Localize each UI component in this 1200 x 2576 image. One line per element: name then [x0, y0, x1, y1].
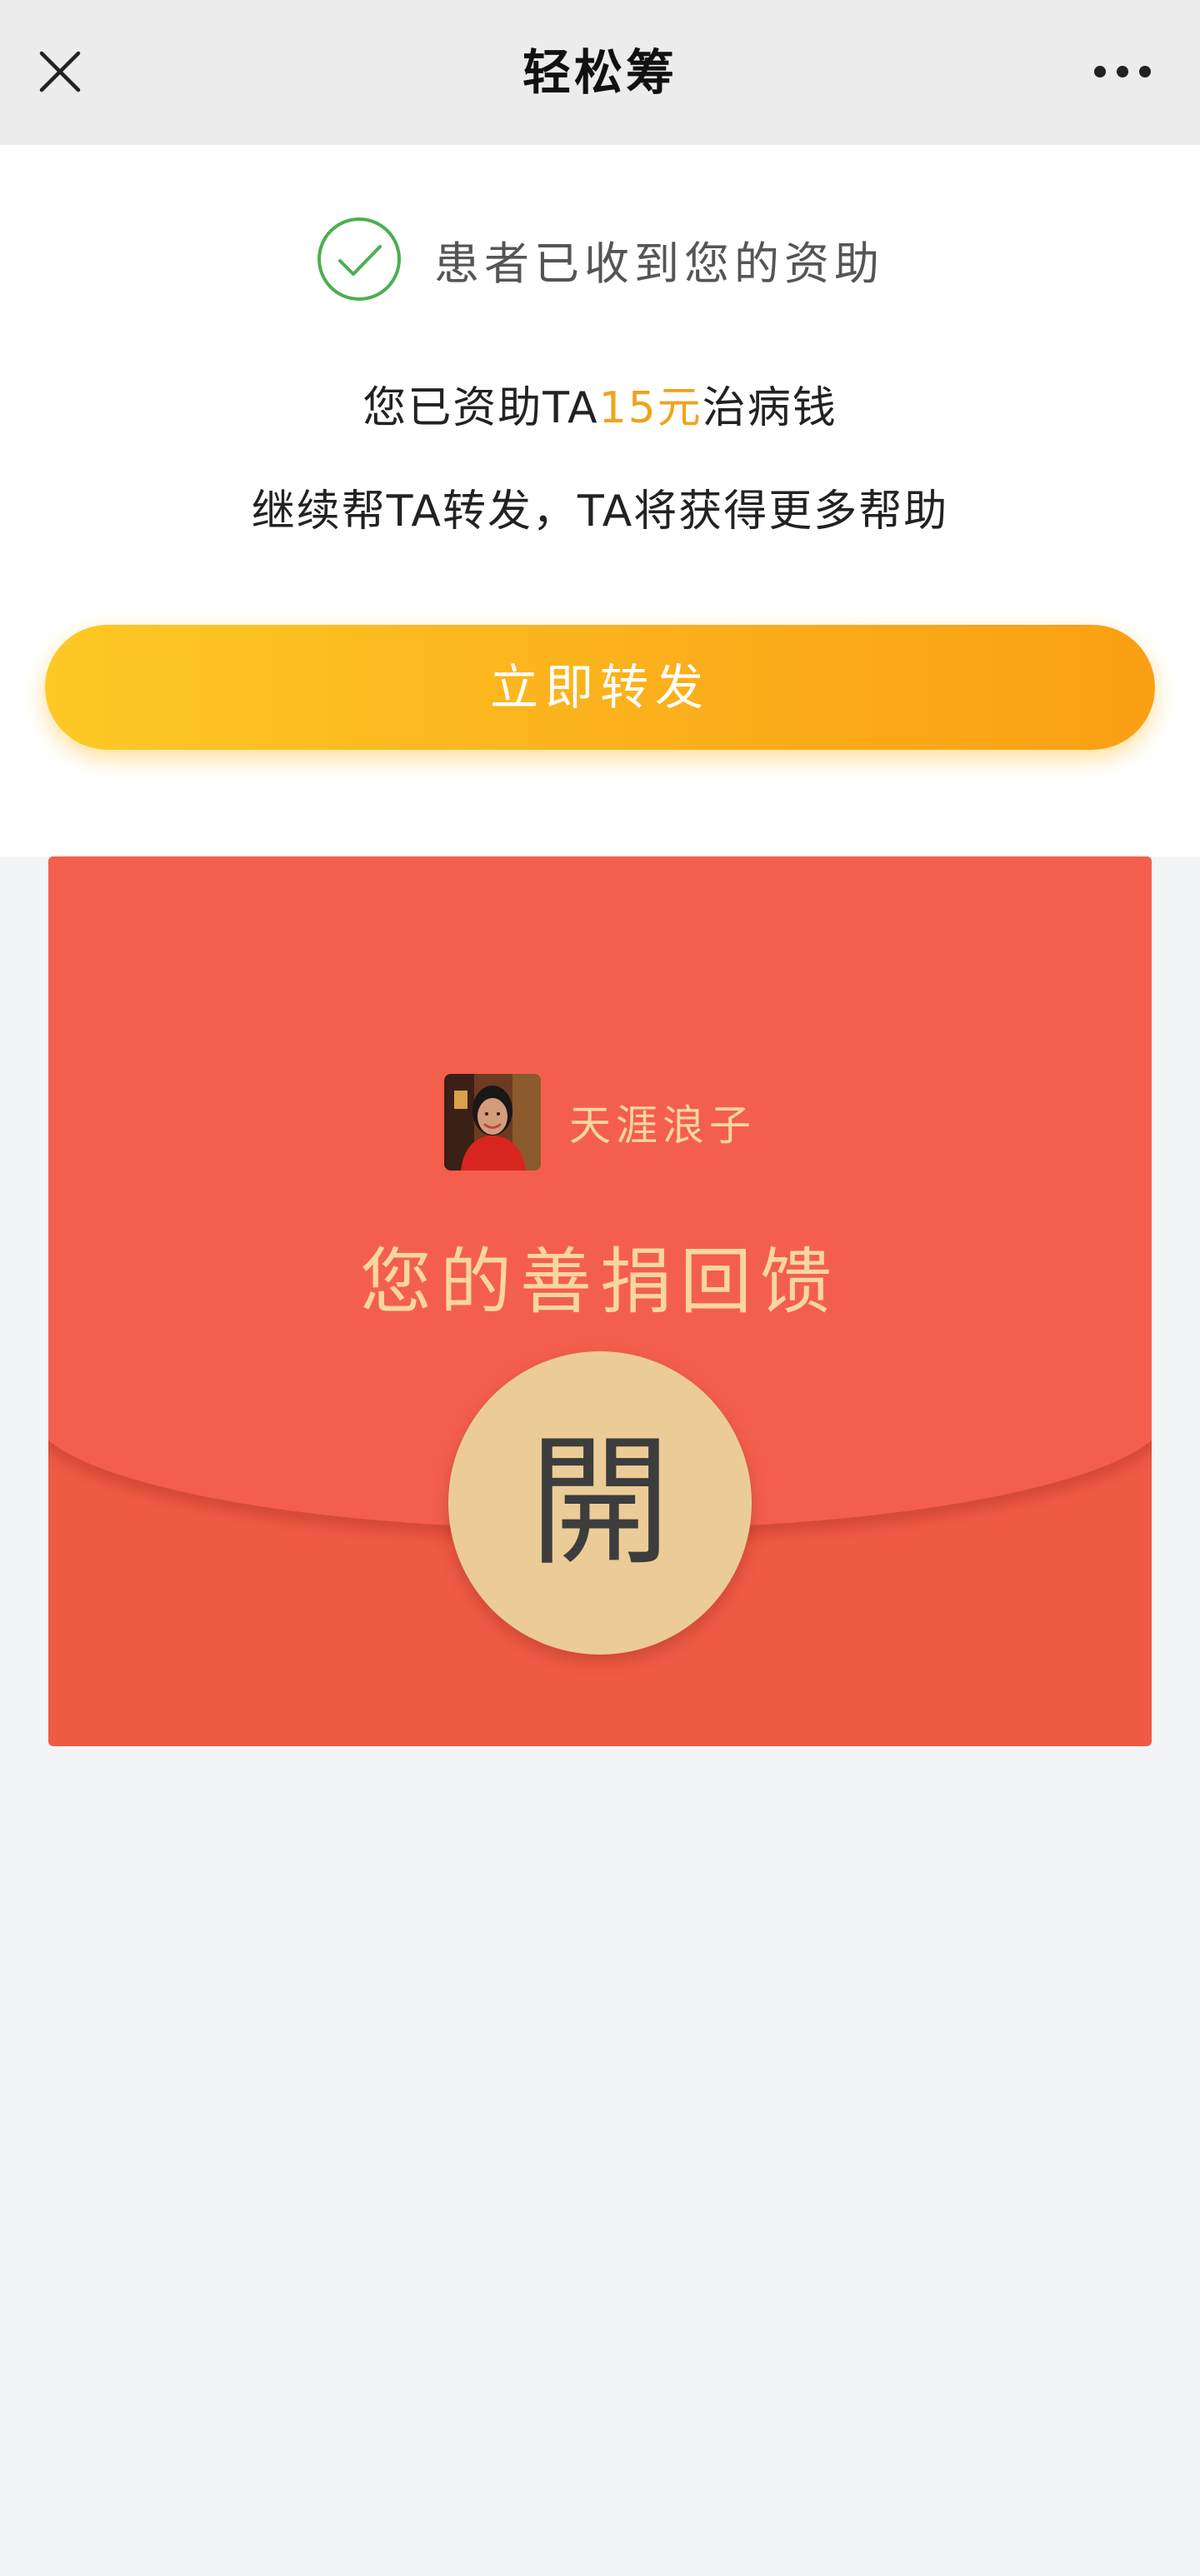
- donation-amount-value: 15元: [598, 383, 702, 433]
- red-packet-title: 您的善捐回馈: [360, 1241, 840, 1324]
- more-horizontal-icon[interactable]: [1092, 53, 1153, 90]
- success-check-icon: [318, 217, 401, 301]
- donation-feedback-red-packet: 天涯浪子 您的善捐回馈 開: [48, 856, 1152, 1746]
- donation-received-status: 患者已收到您的资助: [0, 213, 1200, 305]
- forward-encouragement-text: 继续帮TA转发，TA将获得更多帮助: [251, 487, 949, 537]
- open-red-packet-button[interactable]: 開: [448, 1351, 752, 1655]
- donation-amount-prefix: 您已资助TA: [362, 383, 599, 433]
- red-packet-sender: 天涯浪子: [48, 1073, 1152, 1171]
- top-navigation-bar: 轻松筹: [0, 0, 1200, 145]
- sender-name: 天涯浪子: [569, 1101, 756, 1150]
- avatar-image: [444, 1074, 541, 1171]
- donation-received-text: 患者已收到您的资助: [434, 237, 884, 290]
- donation-amount-line: 您已资助TA15元治病钱: [0, 375, 1200, 442]
- avatar: [444, 1074, 541, 1171]
- donation-amount-suffix: 治病钱: [702, 383, 838, 433]
- donation-success-panel: 患者已收到您的资助 您已资助TA15元治病钱 继续帮TA转发，TA将获得更多帮助…: [0, 145, 1200, 856]
- forward-now-button[interactable]: 立即转发: [45, 625, 1155, 750]
- page-title: 轻松筹: [522, 44, 678, 101]
